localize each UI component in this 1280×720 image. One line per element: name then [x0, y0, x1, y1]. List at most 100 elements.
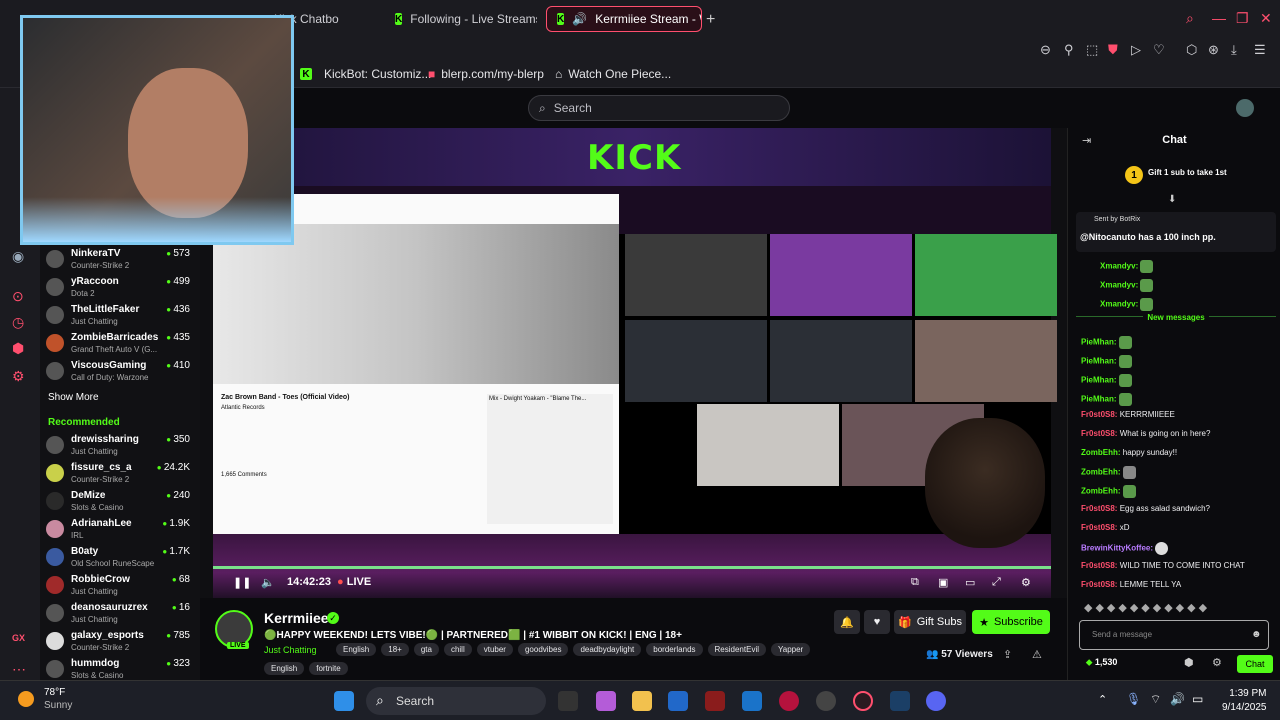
chat-username[interactable]: Fr0st0S8: — [1081, 504, 1117, 513]
bookmark-kickbot[interactable]: K KickBot: Customiz... — [300, 67, 431, 81]
wifi-icon[interactable]: ⌔ — [1150, 692, 1161, 707]
task-view-icon[interactable] — [558, 691, 578, 711]
channel-points[interactable]: ⬥ 1,530 — [1086, 657, 1117, 668]
menu-icon[interactable]: ☰ — [1254, 42, 1266, 58]
sidebar-channel[interactable]: ZombieBarricades Grand Theft Auto V (G...… — [46, 330, 196, 358]
chat-username[interactable]: Fr0st0S8: — [1081, 523, 1117, 532]
zoom-icon[interactable]: ⊖ — [1040, 42, 1051, 58]
heart-icon[interactable]: ♡ — [1153, 42, 1165, 58]
gift-icon[interactable]: ⬢ — [1184, 656, 1194, 669]
shield-icon[interactable]: ⛊ — [1108, 42, 1118, 58]
chat-username[interactable]: ZombEhh: — [1081, 468, 1121, 477]
sidebar-channel[interactable]: NinkeraTV Counter-Strike 2 573 — [46, 246, 196, 274]
stream-category[interactable]: Just Chatting — [264, 645, 317, 655]
obs-icon[interactable] — [816, 691, 836, 711]
speaker-icon[interactable]: 🔊 — [572, 12, 587, 26]
share-icon[interactable]: ⇪ — [1003, 648, 1012, 661]
tag[interactable]: goodvibes — [517, 643, 569, 656]
tag[interactable]: 18+ — [381, 643, 409, 656]
pip-icon[interactable]: ⧉ — [911, 576, 919, 589]
cube-icon[interactable]: ⬢ — [12, 340, 24, 357]
tag[interactable]: vtuber — [476, 643, 513, 656]
sidebar-channel[interactable]: B0aty Old School RuneScape 1.7K — [46, 544, 196, 572]
discord-icon[interactable] — [926, 691, 946, 711]
search-icon[interactable]: ⌕ — [1186, 10, 1194, 27]
opera-gx-icon[interactable] — [853, 691, 873, 711]
minimize-icon[interactable]: — — [1212, 10, 1226, 26]
subscribe-button[interactable]: ★ Subscribe — [972, 610, 1050, 634]
chat-username[interactable]: PieMhan: — [1081, 376, 1117, 385]
send-chat-button[interactable]: Chat — [1237, 655, 1273, 673]
settings-icon[interactable]: ⚙ — [1021, 576, 1031, 589]
sidebar-channel[interactable]: TheLittleFaker Just Chatting 436 — [46, 302, 196, 330]
gx-icon[interactable]: GX — [12, 633, 25, 643]
store-icon[interactable] — [668, 691, 688, 711]
history-icon[interactable]: ◷ — [12, 314, 24, 331]
chat-username[interactable]: Fr0st0S8: — [1081, 580, 1117, 589]
chat-username[interactable]: Fr0st0S8: — [1081, 561, 1117, 570]
weather-widget[interactable]: 78°F Sunny — [44, 686, 72, 712]
chat-username[interactable]: BrewinKittyKoffee: — [1081, 544, 1153, 553]
tab-kerrmiiee-stream[interactable]: K 🔊 Kerrmiiee Stream - Wa — [546, 6, 702, 32]
app-icon[interactable] — [705, 691, 725, 711]
system-clock[interactable]: 1:39 PM 9/14/2025 — [1222, 687, 1267, 715]
sidebar-channel[interactable]: galaxy_esports Counter-Strike 2 785 — [46, 628, 196, 656]
sidebar-channel[interactable]: AdrianahLee IRL 1.9K — [46, 516, 196, 544]
tag[interactable]: Yapper — [771, 643, 811, 656]
file-explorer-icon[interactable] — [632, 691, 652, 711]
discord-icon[interactable]: ◉ — [12, 248, 24, 265]
chat-username[interactable]: Xmandyv: — [1100, 262, 1138, 271]
show-more-link[interactable]: Show More — [48, 392, 99, 403]
bookmark-one-piece[interactable]: ⌂ Watch One Piece... — [555, 67, 671, 81]
play-circle-icon[interactable]: ⊙ — [12, 288, 24, 305]
download-icon[interactable]: ⤓ — [1231, 42, 1237, 58]
sidebar-channel[interactable]: deanosauruzrex Just Chatting 16 — [46, 600, 196, 628]
tag[interactable]: borderlands — [646, 643, 703, 656]
tag[interactable]: English — [336, 643, 377, 656]
close-icon[interactable]: ✕ — [1260, 10, 1272, 27]
chat-username[interactable]: ZombEhh: — [1081, 487, 1121, 496]
volume-icon[interactable]: 🔊 — [1170, 692, 1185, 706]
notify-button[interactable]: 🔔 — [834, 610, 860, 634]
pause-icon[interactable]: ❚❚ — [233, 576, 251, 589]
clip-icon[interactable]: ▣ — [938, 576, 948, 589]
tag[interactable]: fortnite — [309, 662, 348, 675]
bookmark-blerp[interactable]: ■ blerp.com/my-blerp — [428, 67, 544, 81]
player-progress[interactable] — [213, 566, 1051, 569]
video-player[interactable]: KICK Zac Brown Band - Toes (Official Vid… — [213, 128, 1057, 598]
tag[interactable]: gta — [413, 643, 439, 656]
chat-username[interactable]: Fr0st0S8: — [1081, 410, 1117, 419]
chat-username[interactable]: ZombEhh: — [1081, 448, 1121, 457]
wallet-icon[interactable]: ⊛ — [1208, 42, 1219, 58]
new-tab-button[interactable]: + — [706, 11, 715, 29]
extensions-icon[interactable]: ⬡ — [1186, 42, 1197, 58]
chat-username[interactable]: PieMhan: — [1081, 395, 1117, 404]
theater-icon[interactable]: ▭ — [965, 576, 975, 589]
gift-banner[interactable]: Gift 1 sub to take 1st — [1148, 168, 1227, 177]
screenshot-icon[interactable]: ⬚ — [1086, 42, 1098, 58]
microphone-icon[interactable]: 🎙 — [1126, 692, 1141, 706]
chat-username[interactable]: Fr0st0S8: — [1081, 429, 1117, 438]
sidebar-channel[interactable]: fissure_cs_a Counter-Strike 2 24.2K — [46, 460, 196, 488]
emote-bar[interactable]: ◆◆◆◆◆◆◆◆◆◆◆ — [1084, 601, 1210, 614]
pinned-message[interactable]: Sent by BotRix @Nitocanuto has a 100 inc… — [1076, 212, 1276, 252]
sidebar-channel[interactable]: drewissharing Just Chatting 350 — [46, 432, 196, 460]
volume-icon[interactable]: 🔈 — [261, 576, 275, 589]
maximize-icon[interactable]: ❐ — [1236, 10, 1249, 27]
user-avatar[interactable] — [1236, 99, 1254, 117]
play-icon[interactable]: ▷ — [1131, 42, 1141, 58]
report-icon[interactable]: ⚠ — [1032, 648, 1042, 661]
tag[interactable]: chill — [443, 643, 472, 656]
chat-username[interactable]: Xmandyv: — [1100, 281, 1138, 290]
tag[interactable]: deadbydaylight — [573, 643, 642, 656]
gift-subs-button[interactable]: 🎁 Gift Subs — [894, 610, 966, 634]
tag[interactable]: English — [264, 662, 305, 675]
settings-icon[interactable]: ⚙ — [1212, 656, 1222, 669]
more-icon[interactable]: ⋯ — [12, 661, 26, 678]
start-icon[interactable] — [334, 691, 354, 711]
copilot-icon[interactable] — [596, 691, 616, 711]
sidebar-channel[interactable]: ViscousGaming Call of Duty: Warzone 410 — [46, 358, 196, 386]
streamer-name[interactable]: Kerrmiiee — [264, 610, 329, 626]
settings-icon[interactable]: ⚙ — [12, 368, 25, 385]
recording-icon[interactable] — [779, 691, 799, 711]
